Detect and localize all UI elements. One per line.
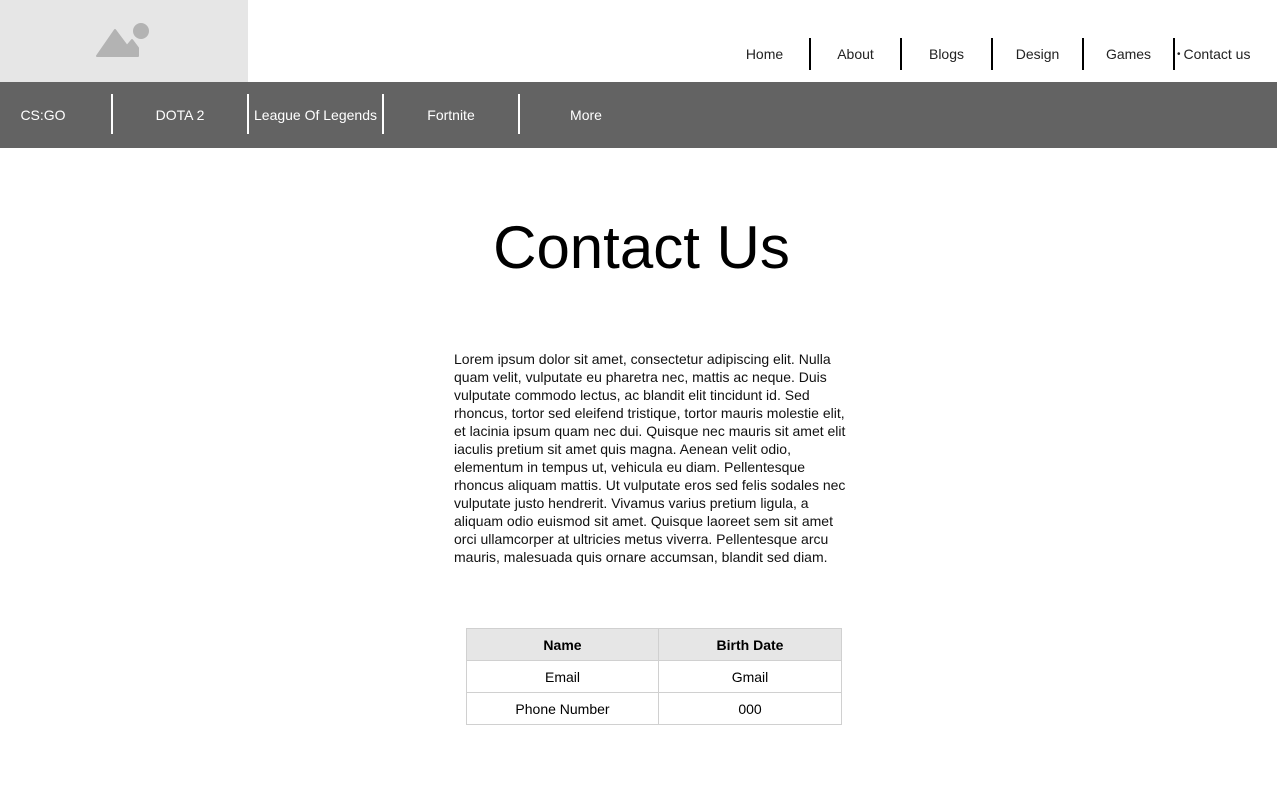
contact-table: Name Birth Date Email Gmail Phone Number… bbox=[466, 628, 842, 725]
table-row: Email Gmail bbox=[466, 660, 842, 693]
game-nav-more[interactable]: More bbox=[520, 82, 652, 148]
nav-home-label: Home bbox=[745, 46, 784, 62]
game-nav-dota2[interactable]: DOTA 2 bbox=[113, 82, 247, 148]
nav-games-label: Games bbox=[1105, 46, 1152, 62]
game-nav-more-label: More bbox=[570, 107, 602, 123]
table-cell: Email bbox=[466, 660, 659, 693]
page-title: Contact Us bbox=[493, 214, 790, 281]
nav-contact-us[interactable]: • Contact us bbox=[1175, 38, 1277, 70]
game-nav-fortnite-label: Fortnite bbox=[427, 107, 475, 123]
logo[interactable] bbox=[0, 0, 248, 82]
game-nav-csgo[interactable]: CS:GO bbox=[0, 82, 86, 148]
nav-blogs[interactable]: Blogs bbox=[902, 38, 991, 70]
nav-about-label: About bbox=[837, 46, 874, 62]
active-marker: • bbox=[1177, 48, 1181, 60]
table-header-cell: Name bbox=[466, 628, 659, 661]
game-nav-csgo-label: CS:GO bbox=[20, 107, 66, 123]
table-row: Phone Number 000 bbox=[466, 692, 842, 725]
table-cell: Gmail bbox=[658, 660, 842, 693]
top-nav: Home About Blogs Design Games • Contact … bbox=[720, 38, 1277, 70]
image-placeholder-icon bbox=[96, 23, 149, 57]
table-header-cell: Birth Date bbox=[658, 628, 842, 661]
nav-contact-us-label: Contact us bbox=[1183, 46, 1251, 62]
header: Home About Blogs Design Games • Contact … bbox=[0, 0, 1277, 82]
intro-paragraph: Lorem ipsum dolor sit amet, consectetur … bbox=[454, 351, 846, 565]
table-header-row: Name Birth Date bbox=[466, 628, 842, 661]
nav-games[interactable]: Games bbox=[1084, 38, 1173, 70]
game-nav-lol-label: League Of Legends bbox=[254, 107, 377, 123]
game-nav-league-of-legends[interactable]: League Of Legends bbox=[249, 82, 382, 148]
nav-home[interactable]: Home bbox=[720, 38, 809, 70]
nav-design[interactable]: Design bbox=[993, 38, 1082, 70]
nav-about[interactable]: About bbox=[811, 38, 900, 70]
table-cell: 000 bbox=[658, 692, 842, 725]
table-cell: Phone Number bbox=[466, 692, 659, 725]
nav-design-label: Design bbox=[1015, 46, 1060, 62]
game-nav-bar: CS:GO DOTA 2 League Of Legends Fortnite … bbox=[0, 82, 1277, 148]
nav-blogs-label: Blogs bbox=[928, 46, 965, 62]
game-nav-dota2-label: DOTA 2 bbox=[155, 107, 205, 123]
game-nav-fortnite[interactable]: Fortnite bbox=[384, 82, 518, 148]
